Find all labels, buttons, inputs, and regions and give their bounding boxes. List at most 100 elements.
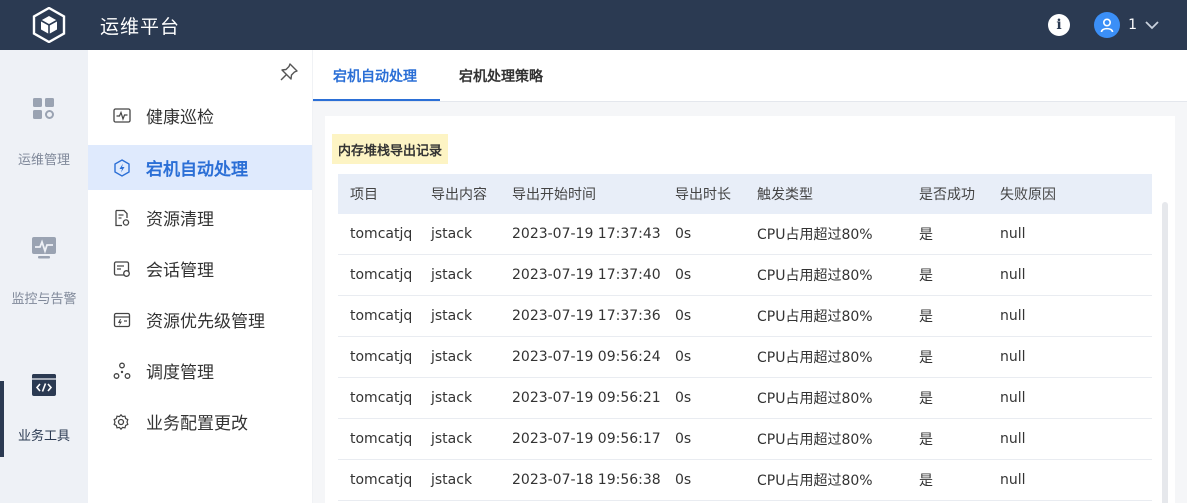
session-list-icon [112,259,132,279]
table-cell: tomcatjq [350,390,413,406]
table-cell: tomcatjq [350,226,413,242]
table-cell: tomcatjq [350,267,413,283]
table-row[interactable]: tomcatjq jstack 2023-07-19 17:37:40 0s C… [338,255,1152,296]
monitor-pulse-icon [31,236,57,264]
table-cell: 2023-07-19 09:56:21 [512,390,661,406]
table-cell: 0s [675,431,692,447]
user-name[interactable]: 1 [1128,17,1137,33]
nav-item-resource-priority-management[interactable]: 资源优先级管理 [88,297,312,342]
nav-item-label: 健康巡检 [146,108,214,128]
table-cell: 是 [919,391,933,407]
pin-icon[interactable] [279,62,299,86]
rail-item-label: 运维管理 [17,153,70,168]
table-header: 项目 导出内容 导出开始时间 导出时长 触发类型 是否成功 失败原因 [338,174,1152,214]
table-cell: 是 [919,432,933,448]
records-card: 内存堆栈导出记录 项目 导出内容 导出开始时间 导出时长 触发类型 是否成功 失… [325,116,1175,503]
table-row[interactable]: tomcatjq jstack 2023-07-19 09:56:21 0s C… [338,378,1152,419]
rail-item-monitoring-alerts[interactable]: 监控与告警 [0,236,88,307]
nav-item-label: 调度管理 [146,363,214,383]
nav-item-business-config-change[interactable]: 业务配置更改 [88,399,312,444]
table-cell: 是 [919,350,933,366]
table-cell: null [1000,390,1026,406]
nav-item-label: 会话管理 [146,261,214,281]
column-header: 项目 [350,187,378,203]
column-header: 导出开始时间 [512,187,596,203]
table-cell: 0s [675,349,692,365]
table-cell: 2023-07-19 17:37:43 [512,226,661,242]
column-header: 触发类型 [757,187,813,203]
table-cell: CPU占用超过80% [757,309,873,325]
sub-navigation: 健康巡检 宕机自动处理 资源清理 会话管理 资源优先级管理 调度管理 业务配置更… [88,50,312,503]
column-header: 失败原因 [1000,187,1056,203]
table-cell: 0s [675,226,692,242]
table-cell: CPU占用超过80% [757,350,873,366]
table-cell: jstack [431,349,473,365]
table-cell: 是 [919,268,933,284]
table-cell: 0s [675,390,692,406]
table-cell: null [1000,472,1026,488]
table-row[interactable]: tomcatjq jstack 2023-07-19 09:56:17 0s C… [338,419,1152,460]
table-cell: 2023-07-19 09:56:17 [512,431,661,447]
table-cell: jstack [431,308,473,324]
table-cell: jstack [431,226,473,242]
table-cell: jstack [431,390,473,406]
active-tab-underline [313,99,440,101]
nav-item-health-inspection[interactable]: 健康巡检 [88,93,312,138]
nav-item-label: 业务配置更改 [146,414,248,434]
table-cell: tomcatjq [350,308,413,324]
table-cell: CPU占用超过80% [757,227,873,243]
nav-item-session-management[interactable]: 会话管理 [88,246,312,291]
cube-logo-icon[interactable] [24,0,74,50]
table-row[interactable]: tomcatjq jstack 2023-07-18 19:56:38 0s C… [338,460,1152,501]
table-cell: CPU占用超过80% [757,391,873,407]
header-actions: i 1 [1048,0,1187,50]
nav-item-label: 资源清理 [146,210,214,230]
section-title: 内存堆栈导出记录 [332,134,449,164]
table-cell: tomcatjq [350,431,413,447]
health-monitor-icon [112,106,132,126]
table-cell: CPU占用超过80% [757,268,873,284]
table-cell: tomcatjq [350,472,413,488]
table-cell: CPU占用超过80% [757,432,873,448]
tab-auto-downtime-handling[interactable]: 宕机自动处理 [333,50,417,102]
dashboard-grid-icon [32,97,56,125]
table-cell: 0s [675,267,692,283]
table-cell: jstack [431,267,473,283]
table-cell: 2023-07-19 17:37:36 [512,308,661,324]
nav-item-resource-cleanup[interactable]: 资源清理 [88,195,312,240]
nav-item-label: 资源优先级管理 [146,312,265,332]
rail-item-label: 业务工具 [17,429,70,444]
rail-item-business-tools[interactable]: 业务工具 [0,373,88,444]
table-cell: 2023-07-18 19:56:38 [512,472,661,488]
table-cell: null [1000,267,1026,283]
top-bar: 运维平台 i 1 [0,0,1187,50]
table-row[interactable]: tomcatjq jstack 2023-07-19 09:56:24 0s C… [338,337,1152,378]
table-cell: 0s [675,472,692,488]
table-cell: null [1000,226,1026,242]
module-rail: 运维管理 监控与告警 业务工具 [0,50,88,503]
table-row[interactable]: tomcatjq jstack 2023-07-19 17:37:43 0s C… [338,214,1152,255]
nav-item-auto-downtime-handling[interactable]: 宕机自动处理 [88,145,312,190]
table-cell: 是 [919,309,933,325]
table-cell: 是 [919,227,933,243]
app-title: 运维平台 [100,15,181,38]
tab-bar: 宕机自动处理 宕机处理策略 [313,50,1187,102]
table-cell: null [1000,431,1026,447]
table-scrollbar[interactable] [1162,202,1168,503]
nodes-network-icon [112,361,132,381]
table-cell: tomcatjq [350,349,413,365]
code-window-icon [31,373,57,401]
info-icon[interactable]: i [1048,14,1071,36]
column-header: 导出时长 [675,187,731,203]
tab-downtime-policy[interactable]: 宕机处理策略 [459,50,543,102]
document-gear-icon [112,208,132,228]
table-row[interactable]: tomcatjq jstack 2023-07-19 17:37:36 0s C… [338,296,1152,337]
lightning-hexagon-icon [112,158,132,178]
table-cell: 0s [675,308,692,324]
nav-item-scheduling-management[interactable]: 调度管理 [88,348,312,393]
chevron-down-icon[interactable] [1145,20,1159,30]
rail-item-ops-management[interactable]: 运维管理 [0,97,88,168]
priority-card-icon [112,310,132,330]
user-avatar-icon[interactable] [1094,12,1121,38]
table-cell: CPU占用超过80% [757,473,873,489]
